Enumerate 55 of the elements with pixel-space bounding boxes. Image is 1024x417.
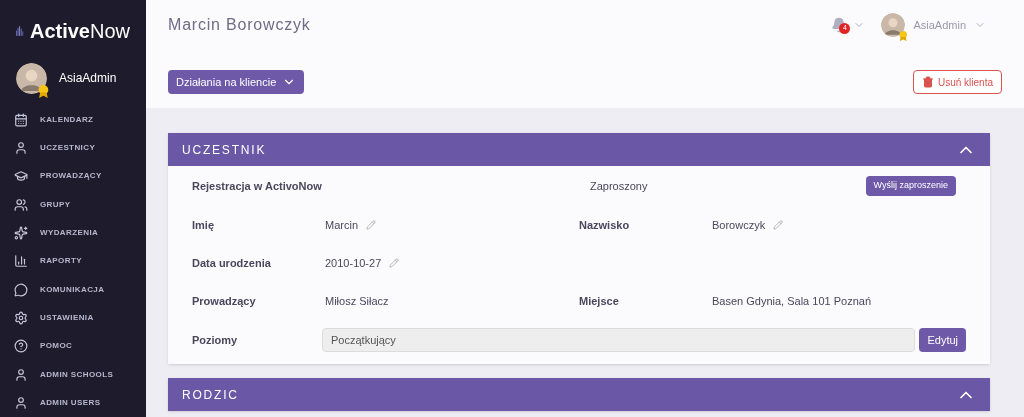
pencil-icon[interactable]: [773, 220, 784, 230]
send-invitation-button[interactable]: Wyślij zaproszenie: [865, 176, 956, 196]
levels-field[interactable]: Początkujący: [322, 328, 916, 352]
page-title: Marcin Borowczyk: [168, 15, 312, 35]
field-value: Basen Gdynia, Sala 101 Poznań: [712, 293, 871, 309]
sidebar-item[interactable]: ADMIN USERS: [0, 388, 146, 417]
sidebar-item[interactable]: PROWADZĄCY: [0, 162, 146, 191]
section-title: RODZIC: [182, 386, 239, 404]
field-value: Marcin: [325, 217, 358, 233]
sidebar-item[interactable]: GRUPY: [0, 190, 146, 219]
sidebar-item[interactable]: UCZESTNICY: [0, 134, 146, 163]
person-icon: [14, 141, 28, 156]
pencil-icon[interactable]: [366, 220, 376, 230]
sidebar-item[interactable]: ADMIN SCHOOLS: [0, 360, 146, 389]
delete-client-button[interactable]: Usuń klienta: [912, 70, 1002, 94]
field-value: Zaproszony: [590, 178, 649, 194]
sidebar-item[interactable]: USTAWIENIA: [0, 303, 146, 333]
person-icon: [14, 395, 28, 410]
client-actions-button[interactable]: Działania na kliencie: [168, 70, 305, 94]
field-value: Borowczyk: [712, 217, 766, 233]
field-label: Miejsce: [579, 293, 620, 309]
pencil-icon[interactable]: [389, 258, 400, 268]
field-label: Rejestracja w ActivoNow: [192, 178, 323, 194]
avatar: [881, 13, 906, 37]
user-name: AsiaAdmin: [59, 70, 117, 88]
field-label: Poziomy: [192, 332, 239, 348]
group-icon: [14, 197, 28, 212]
graduation-cap-icon: [14, 169, 28, 184]
help-icon: [14, 339, 28, 354]
bar-chart-icon: [14, 254, 28, 269]
sidebar-item[interactable]: KOMUNIKACJA: [0, 275, 146, 304]
avatar: [16, 62, 47, 94]
sidebar-item[interactable]: POMOC: [0, 332, 146, 361]
section-header[interactable]: RODZIC: [168, 378, 990, 411]
field-label: Prowadzący: [192, 293, 257, 309]
trash-icon: [921, 76, 934, 88]
section-header[interactable]: UCZESTNIK: [168, 133, 990, 166]
chat-bubble-icon: [14, 282, 28, 297]
section-title: UCZESTNIK: [182, 141, 267, 159]
field-label: Nazwisko: [579, 217, 631, 233]
badge-icon: [899, 30, 908, 41]
field-value: Miłosz Siłacz: [325, 293, 389, 309]
field-label: Data urodzenia: [192, 255, 272, 271]
field-label: Imię: [192, 217, 215, 233]
badge-icon: [38, 84, 49, 98]
sidebar-item[interactable]: WYDARZENIA: [0, 218, 146, 248]
gear-icon: [14, 310, 28, 325]
logo-text: ActiveNow: [29, 19, 130, 45]
sidebar-item[interactable]: KALENDARZ: [0, 105, 146, 135]
field-value: 2010-10-27: [325, 255, 382, 271]
sparkles-icon: [14, 226, 28, 241]
edit-button[interactable]: Edytuj: [919, 328, 966, 352]
sidebar-item[interactable]: RAPORTY: [0, 247, 146, 276]
person-icon: [14, 367, 28, 382]
calendar-icon: [14, 112, 28, 127]
